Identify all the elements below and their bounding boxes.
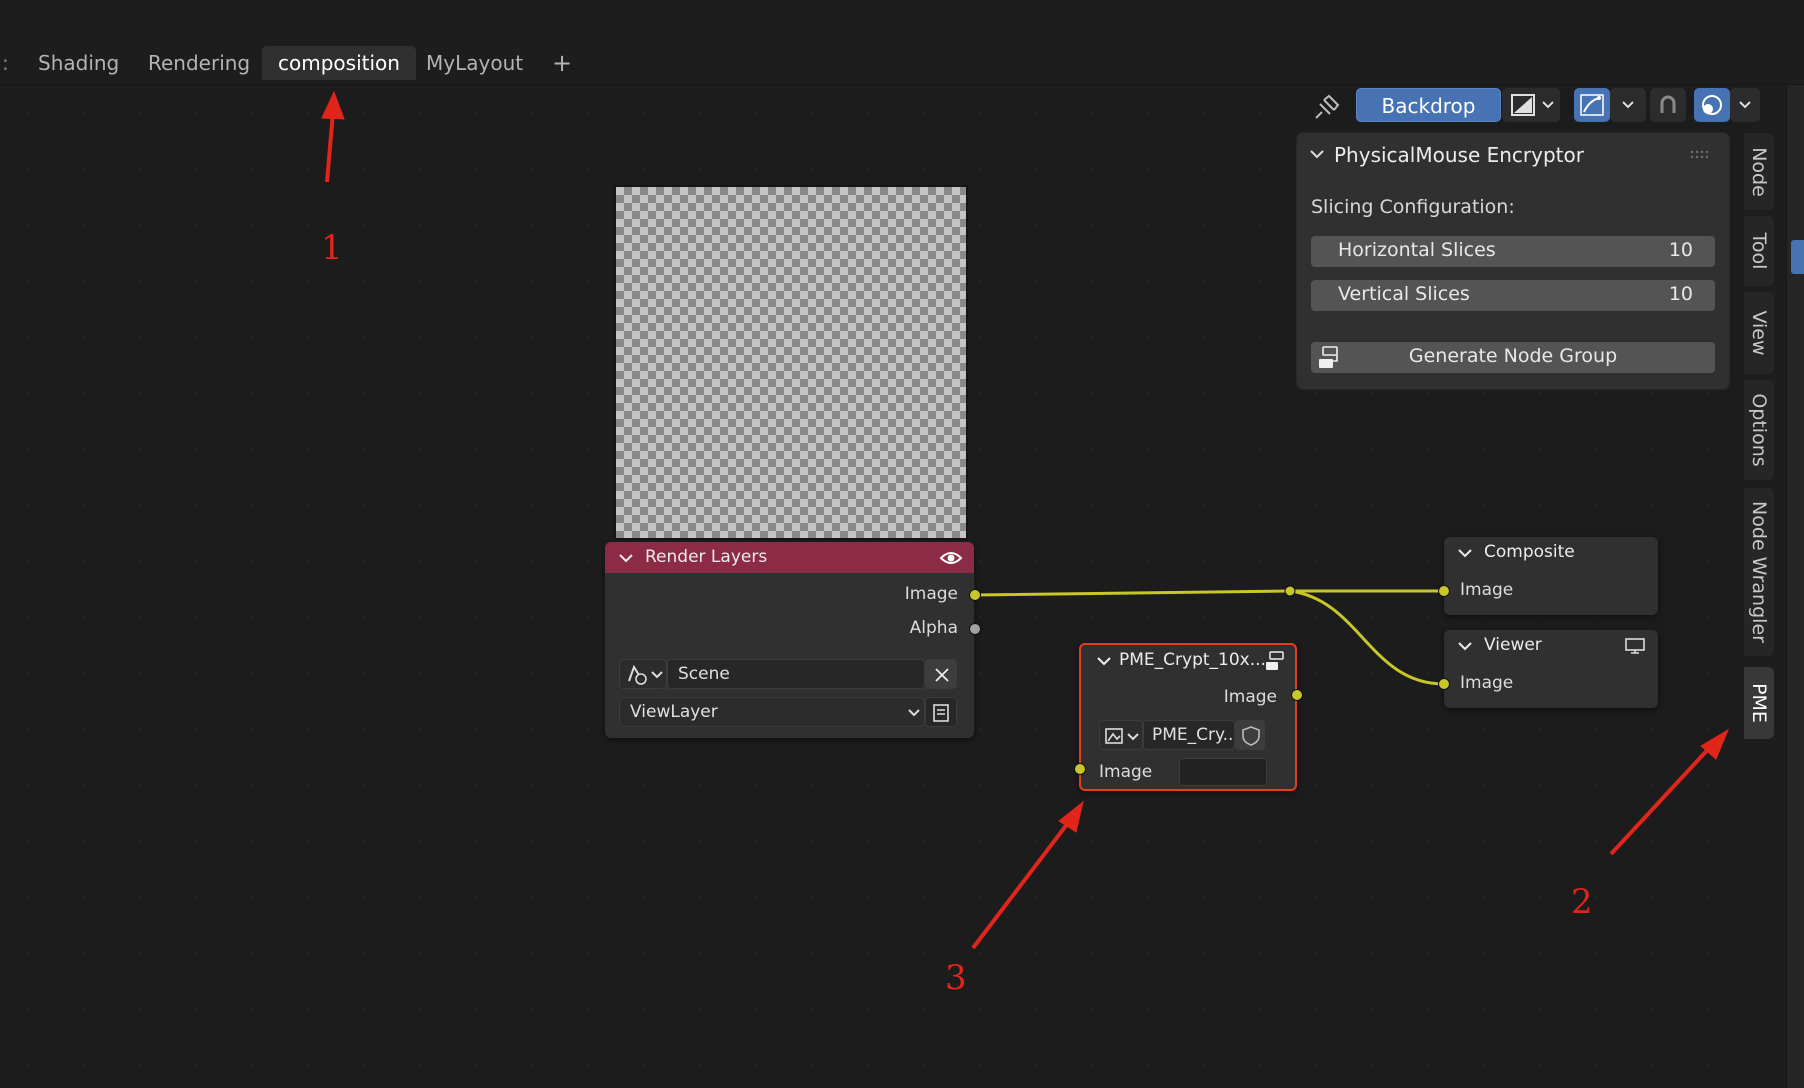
annotation-arrow-1 bbox=[325, 111, 335, 183]
annotation-arrow-2 bbox=[1609, 742, 1715, 856]
annotation-label-1: 1 bbox=[321, 228, 343, 268]
annotation-arrows bbox=[321, 90, 1730, 950]
annotation-label-2: 2 bbox=[1571, 882, 1593, 922]
annotation-label-3: 3 bbox=[945, 958, 967, 998]
annotation-arrow-3 bbox=[971, 817, 1073, 950]
